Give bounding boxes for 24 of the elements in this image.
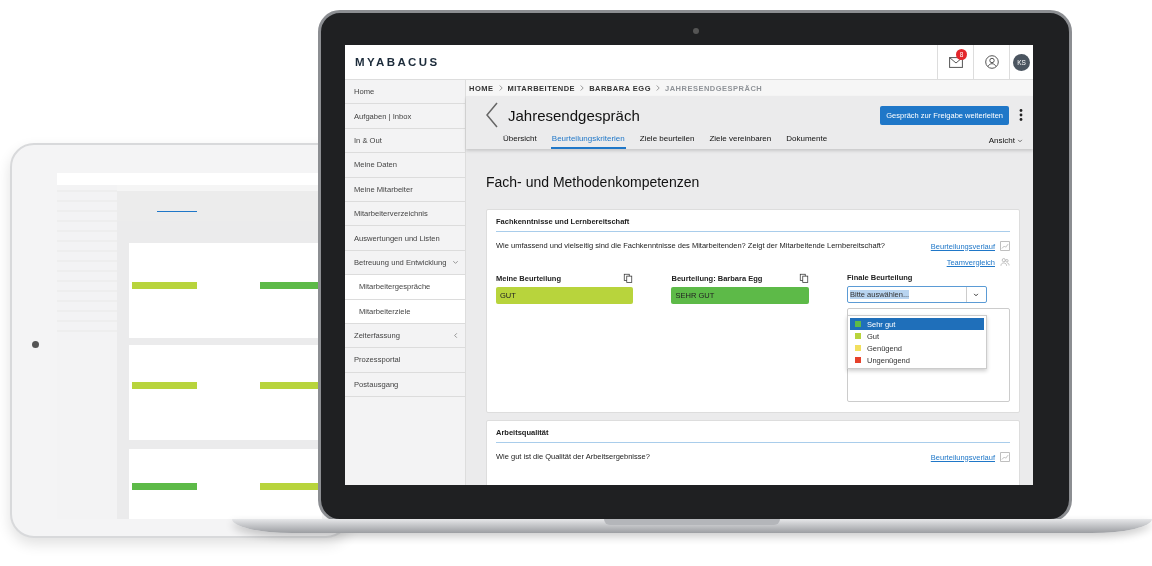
mail-icon[interactable]: [948, 56, 963, 68]
chart-icon: [1000, 452, 1010, 462]
tab[interactable]: Beurteilungskriterien: [550, 132, 626, 149]
people-icon: [1000, 257, 1010, 267]
tab[interactable]: Ziele vereinbaren: [708, 132, 773, 149]
copy-icon: [798, 273, 809, 283]
chart-icon: [1000, 241, 1010, 251]
chevron-icon: [580, 85, 585, 91]
logo: MYABACUS: [355, 56, 440, 68]
more-icon[interactable]: [1019, 109, 1023, 121]
copy-icon: [623, 273, 634, 283]
camera-dot: [693, 28, 699, 34]
section-title: Fach- und Methodenkompetenzen: [486, 174, 701, 190]
tab[interactable]: Übersicht: [502, 132, 538, 149]
tab[interactable]: Ziele beurteilen: [638, 132, 696, 149]
chevron-icon: [1017, 137, 1023, 144]
chevron-icon: [973, 291, 980, 298]
user-icon[interactable]: [984, 55, 999, 69]
chevron-icon: [656, 85, 660, 91]
page-title: Jahresendgespräch: [508, 106, 641, 124]
back-icon[interactable]: [486, 102, 498, 128]
view-menu[interactable]: Ansicht: [988, 134, 1023, 149]
tab[interactable]: Dokumente: [785, 132, 829, 149]
chevron-icon: [498, 85, 503, 91]
